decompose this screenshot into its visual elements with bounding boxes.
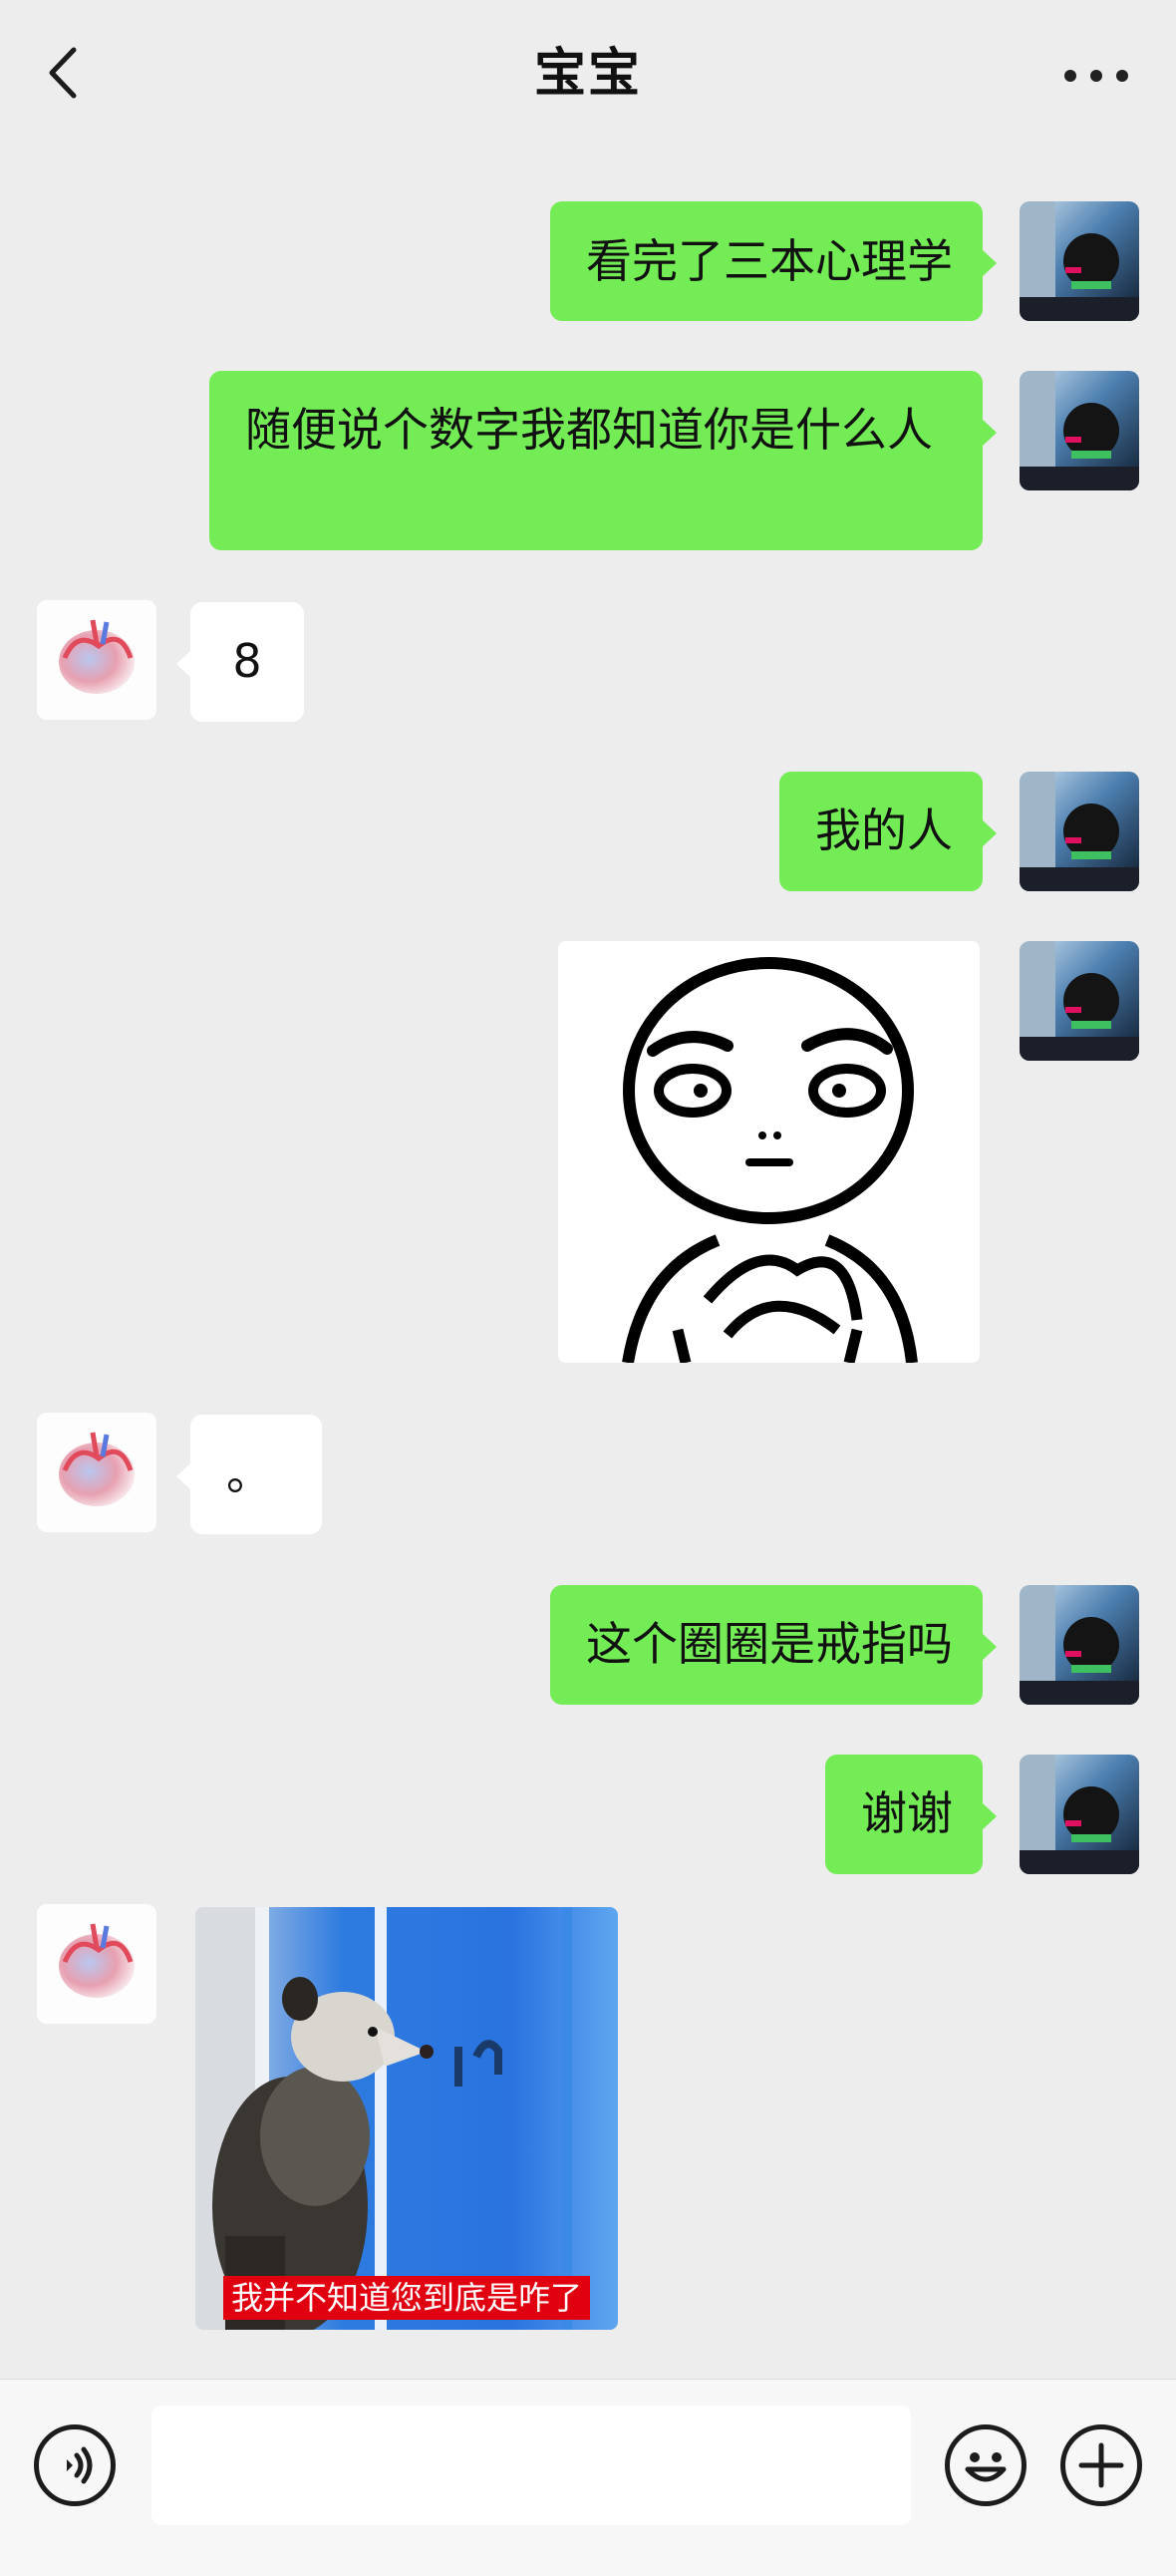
sticker-image-message[interactable] xyxy=(558,941,980,1363)
plus-icon xyxy=(1078,2442,1124,2488)
message-text: 8 xyxy=(232,634,262,688)
my-avatar[interactable] xyxy=(1020,1755,1139,1874)
image-caption: 我并不知道您到底是咋了 xyxy=(223,2276,591,2320)
chat-title: 宝宝 xyxy=(533,44,642,104)
my-avatar[interactable] xyxy=(1020,201,1139,321)
message-bubble-sent[interactable]: 我的人 xyxy=(779,772,997,891)
message-bubble-sent[interactable]: 看完了三本心理学 xyxy=(550,201,997,321)
my-avatar[interactable] xyxy=(1020,1585,1139,1705)
plus-button[interactable] xyxy=(1060,2424,1142,2506)
contact-avatar[interactable] xyxy=(37,600,156,720)
more-options-button[interactable] xyxy=(1056,52,1136,100)
voice-button[interactable] xyxy=(34,2424,116,2506)
message-text: 这个圈圈是戒指吗 xyxy=(586,1617,953,1671)
sticker-cartoon-face-clasped-hands xyxy=(558,941,980,1363)
message-bubble-received[interactable]: 。 xyxy=(176,1415,322,1534)
message-bubble-sent[interactable]: 这个圈圈是戒指吗 xyxy=(550,1585,997,1705)
my-avatar[interactable] xyxy=(1020,772,1139,891)
my-avatar[interactable] xyxy=(1020,941,1139,1061)
sticker-image-message[interactable]: 我并不知道您到底是咋了 xyxy=(195,1907,618,2330)
message-bubble-received[interactable]: 8 xyxy=(176,602,304,722)
emoji-icon xyxy=(965,2452,1007,2482)
back-button[interactable] xyxy=(40,38,100,108)
my-avatar[interactable] xyxy=(1020,371,1139,490)
message-text: 谢谢 xyxy=(861,1786,953,1840)
message-text: 随便说个数字我都知道你是什么人 xyxy=(245,403,933,457)
contact-avatar[interactable] xyxy=(37,1413,156,1532)
message-text: 。 xyxy=(226,1447,272,1500)
contact-avatar[interactable] xyxy=(37,1904,156,2024)
message-text: 我的人 xyxy=(815,804,953,857)
chevron-left-icon xyxy=(49,47,77,99)
message-bubble-sent[interactable]: 谢谢 xyxy=(825,1755,997,1874)
voice-icon xyxy=(67,2446,93,2484)
sticker-opossum-at-window xyxy=(195,1907,618,2330)
message-input[interactable] xyxy=(151,2406,911,2525)
input-bar xyxy=(0,2379,1176,2576)
emoji-button[interactable] xyxy=(945,2424,1027,2506)
more-dots-icon xyxy=(1064,70,1076,82)
message-text: 看完了三本心理学 xyxy=(586,234,953,288)
chat-header: 宝宝 xyxy=(0,0,1176,140)
message-bubble-sent[interactable]: 随便说个数字我都知道你是什么人 xyxy=(209,371,997,550)
